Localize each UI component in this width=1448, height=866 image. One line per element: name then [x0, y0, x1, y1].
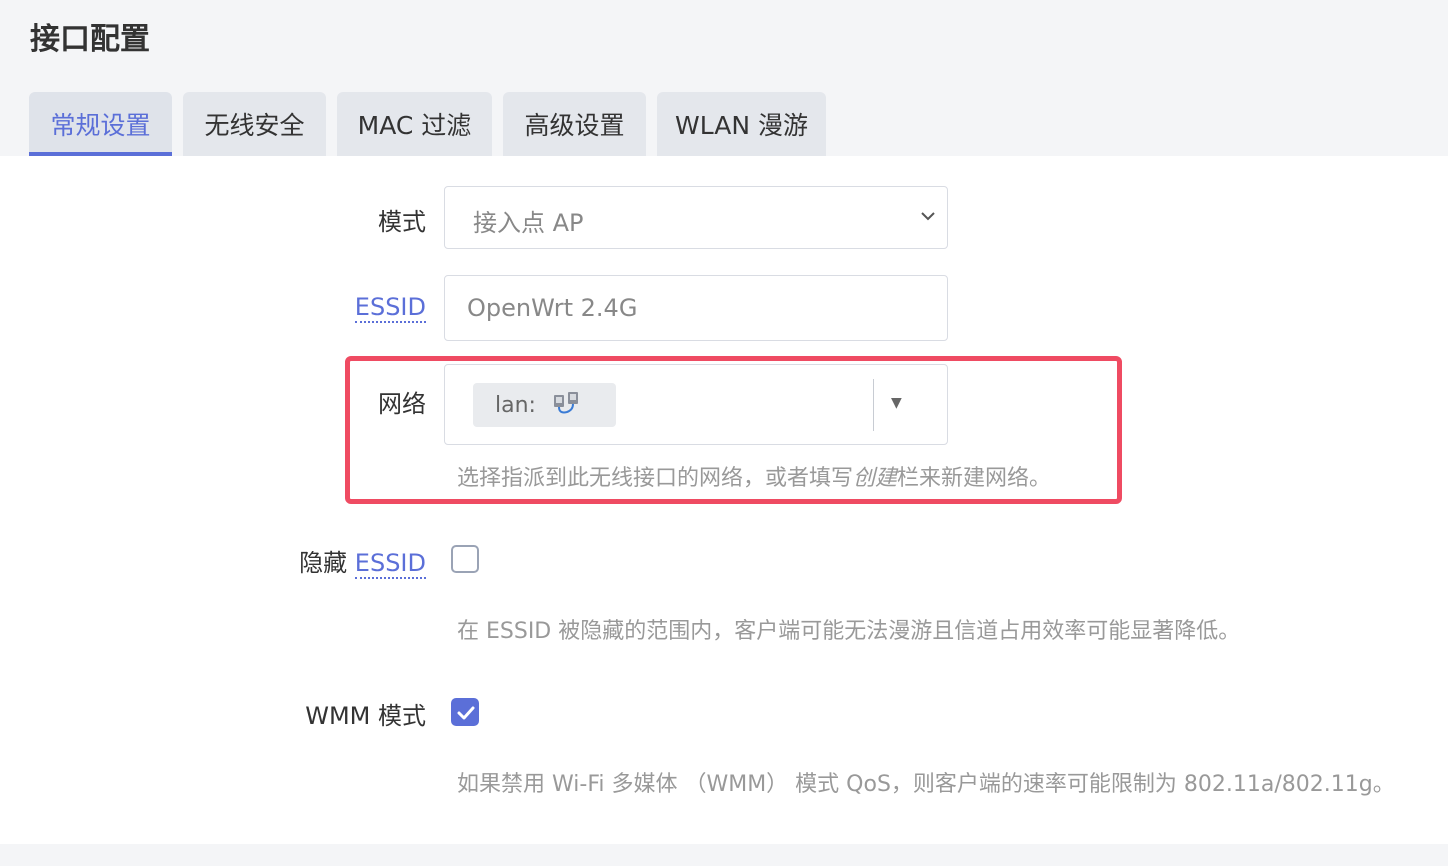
tab-wireless-security[interactable]: 无线安全 — [183, 92, 326, 156]
hide-essid-checkbox[interactable] — [451, 545, 479, 573]
tab-mac-filter[interactable]: MAC 过滤 — [337, 92, 492, 156]
mode-label: 模式 — [378, 208, 426, 236]
essid-input[interactable] — [444, 275, 948, 341]
checkmark-icon — [457, 706, 475, 720]
hide-essid-label-abbr: ESSID — [354, 549, 426, 579]
wmm-mode-checkbox[interactable] — [451, 698, 479, 726]
chevron-down-icon — [919, 207, 937, 229]
network-description-create: 创建 — [853, 466, 898, 491]
bottom-bar — [0, 844, 1448, 866]
network-label: 网络 — [378, 390, 426, 418]
network-description-after: 栏来新建网络。 — [897, 466, 1052, 491]
mode-select[interactable]: 接入点 AP — [444, 186, 948, 249]
network-description-before: 选择指派到此无线接口的网络，或者填写 — [457, 466, 854, 491]
essid-label-abbr: ESSID — [354, 293, 426, 323]
network-description: 选择指派到此无线接口的网络，或者填写创建栏来新建网络。 — [457, 460, 1051, 492]
tab-advanced-settings[interactable]: 高级设置 — [503, 92, 646, 156]
mode-select-value: 接入点 AP — [473, 209, 584, 237]
hide-essid-label: 隐藏 ESSID — [299, 543, 426, 579]
hide-essid-description: 在 ESSID 被隐藏的范围内，客户端可能无法漫游且信道占用效率可能显著降低。 — [457, 619, 1241, 644]
triangle-down-icon[interactable]: ▼ — [891, 395, 902, 411]
network-chip-lan[interactable]: lan: — [473, 383, 616, 427]
network-interface-icon — [552, 390, 582, 420]
hide-essid-label-prefix: 隐藏 — [299, 549, 348, 577]
network-multiselect[interactable]: lan: ▼ — [444, 364, 948, 445]
tab-general-settings[interactable]: 常规设置 — [29, 92, 172, 156]
network-chip-label: lan: — [495, 392, 536, 418]
network-select-divider — [873, 379, 874, 431]
page-title: 接口配置 — [30, 22, 150, 57]
wmm-mode-description: 如果禁用 Wi-Fi 多媒体 （WMM） 模式 QoS，则客户端的速率可能限制为… — [457, 772, 1395, 797]
wmm-mode-label: WMM 模式 — [305, 702, 426, 730]
tab-wlan-roaming[interactable]: WLAN 漫游 — [657, 92, 826, 156]
essid-label: ESSID — [354, 293, 426, 323]
